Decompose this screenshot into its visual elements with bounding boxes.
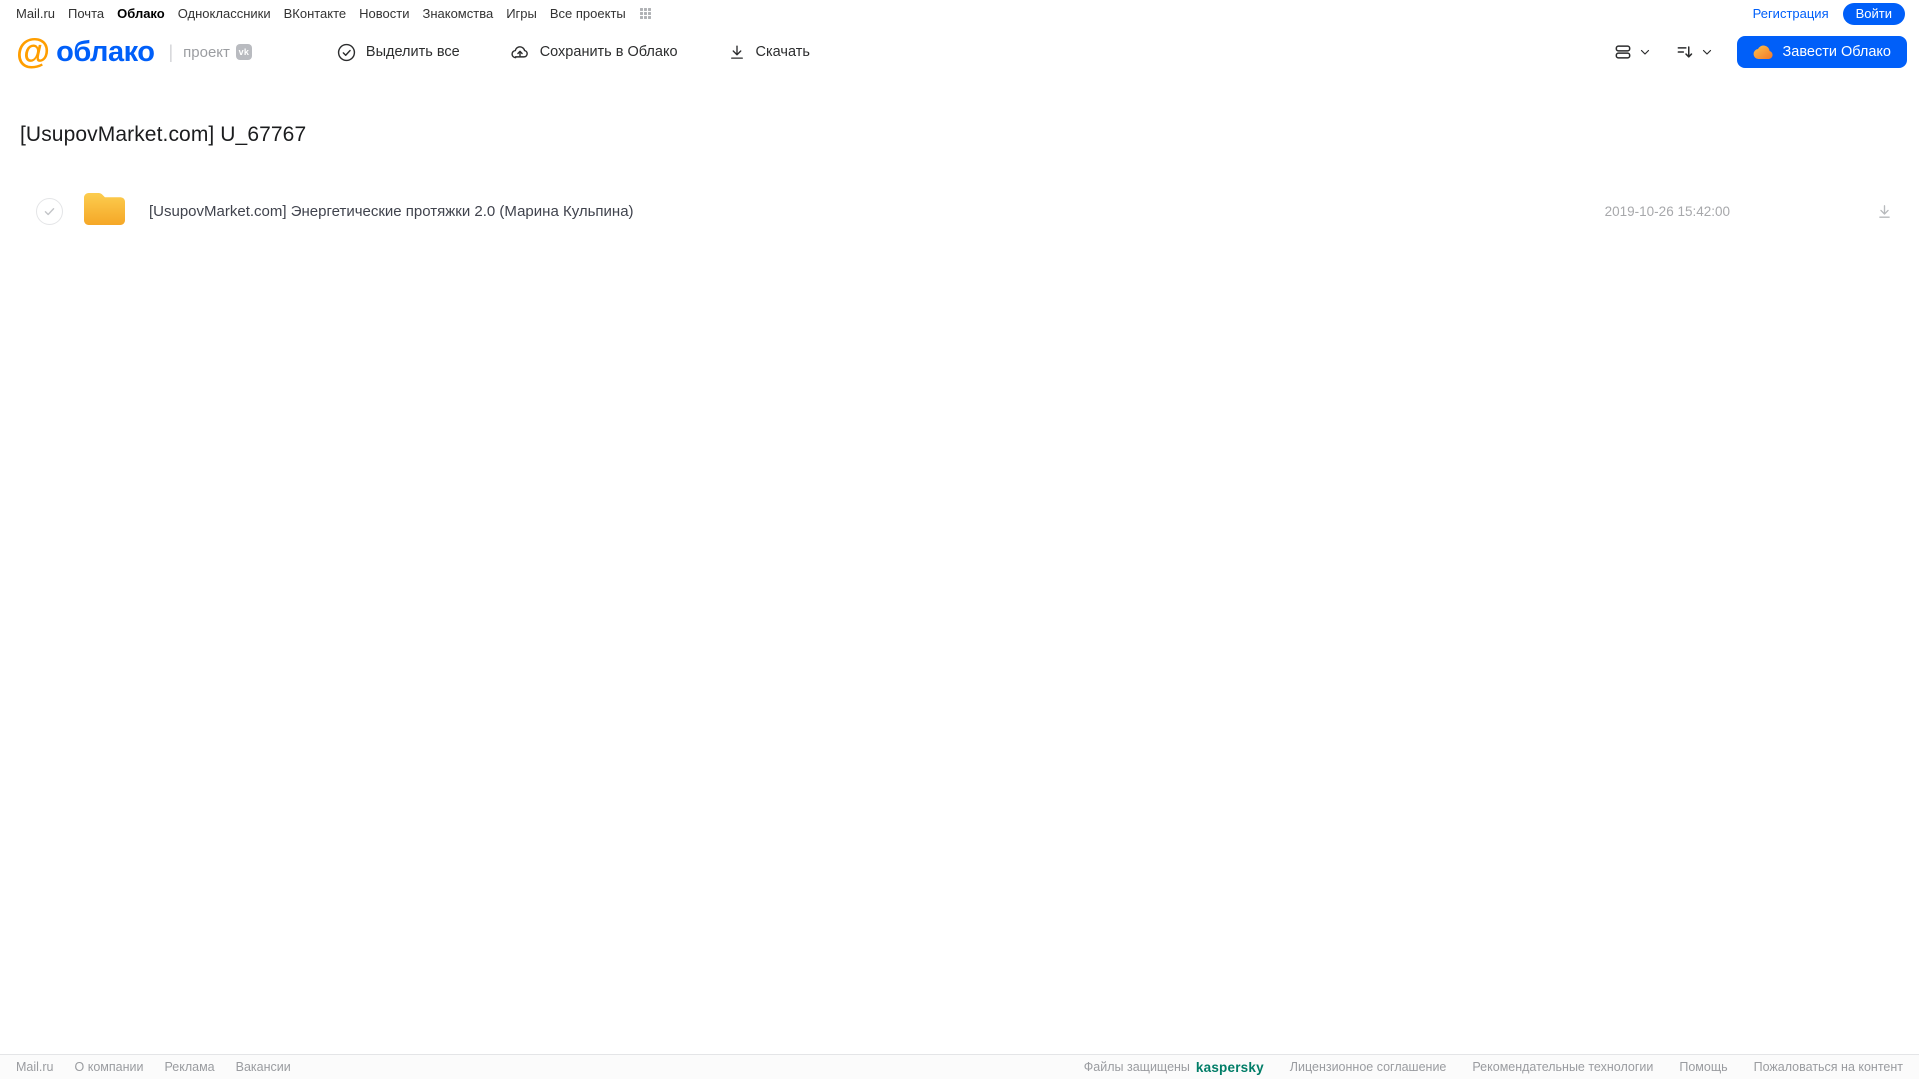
nav-all-projects[interactable]: Все проекты (550, 6, 626, 21)
sort-icon (1675, 42, 1695, 62)
save-to-cloud-label: Сохранить в Облако (539, 44, 678, 60)
get-cloud-button[interactable]: Завести Облако (1736, 36, 1907, 68)
nav-znakomstva[interactable]: Знакомства (422, 6, 493, 21)
logo-project-label: проект (183, 43, 230, 61)
footer: Mail.ru О компании Реклама Вакансии Файл… (0, 1054, 1919, 1079)
view-mode-selector[interactable] (1613, 42, 1651, 62)
orange-cloud-icon (1753, 45, 1773, 59)
kaspersky-logo[interactable]: kaspersky (1196, 1060, 1264, 1075)
footer-recommendation-tech-link[interactable]: Рекомендательные технологии (1472, 1060, 1653, 1074)
logo-text: облако (56, 35, 155, 68)
nav-pochta[interactable]: Почта (68, 6, 104, 21)
main-content: [UsupovMarket.com] U_67767 [UsupovMarket… (0, 123, 1919, 239)
check-icon (44, 207, 55, 215)
nav-igry[interactable]: Игры (506, 6, 537, 21)
footer-about-link[interactable]: О компании (75, 1060, 144, 1074)
folder-icon (82, 190, 127, 232)
get-cloud-button-label: Завести Облако (1782, 44, 1891, 60)
nav-mailru[interactable]: Mail.ru (16, 6, 55, 21)
all-projects-grid-icon[interactable] (639, 8, 651, 19)
nav-oblako[interactable]: Облако (117, 6, 165, 21)
nav-odnoklassniki[interactable]: Одноклассники (178, 6, 271, 21)
download-button[interactable]: Скачать (728, 43, 810, 62)
login-button[interactable]: Войти (1842, 2, 1905, 25)
save-to-cloud-button[interactable]: Сохранить в Облако (510, 43, 678, 62)
file-toolbar: Выделить все Сохранить в Облако Скачать (337, 43, 860, 62)
footer-license-link[interactable]: Лицензионное соглашение (1290, 1060, 1447, 1074)
select-all-button[interactable]: Выделить все (337, 43, 460, 62)
file-date: 2019-10-26 15:42:00 (1604, 203, 1730, 219)
chevron-down-icon (1702, 49, 1711, 55)
download-icon (728, 43, 756, 62)
select-all-label: Выделить все (365, 44, 460, 60)
footer-report-content-link[interactable]: Пожаловаться на контент (1754, 1060, 1903, 1074)
project-navbar: Mail.ru Почта Облако Одноклассники ВКонт… (0, 0, 1919, 27)
nav-novosti[interactable]: Новости (359, 6, 409, 21)
check-circle-icon (337, 43, 366, 62)
header-right-controls: Завести Облако (1613, 36, 1907, 68)
file-row[interactable]: [UsupovMarket.com] Энергетические протяж… (0, 183, 1919, 239)
main-header: @ облако | проект vk Выделить все Сохран… (0, 27, 1919, 77)
footer-jobs-link[interactable]: Вакансии (236, 1060, 291, 1074)
vk-badge-icon: vk (235, 44, 252, 60)
page-title: [UsupovMarket.com] U_67767 (20, 123, 307, 146)
mailru-at-icon: @ (16, 32, 51, 71)
file-name[interactable]: [UsupovMarket.com] Энергетические протяж… (149, 203, 634, 220)
kaspersky-protected: Файлы защищены kaspersky (1084, 1060, 1264, 1075)
footer-ads-link[interactable]: Реклама (164, 1060, 214, 1074)
cloud-upload-icon (510, 43, 540, 62)
footer-right: Файлы защищены kaspersky Лицензионное со… (1084, 1060, 1903, 1075)
registration-link[interactable]: Регистрация (1753, 6, 1829, 21)
cloud-logo[interactable]: @ облако | проект vk (16, 33, 252, 71)
chevron-down-icon (1640, 49, 1649, 55)
nav-vkontakte[interactable]: ВКонтакте (284, 6, 347, 21)
row-download-icon[interactable] (1876, 203, 1893, 220)
logo-divider: | (168, 41, 174, 62)
list-view-icon (1613, 42, 1633, 62)
protected-label: Файлы защищены (1083, 1060, 1190, 1074)
footer-mailru-link[interactable]: Mail.ru (16, 1060, 54, 1074)
sort-selector[interactable] (1675, 42, 1713, 62)
footer-help-link[interactable]: Помощь (1679, 1060, 1727, 1074)
download-label: Скачать (755, 44, 810, 60)
row-checkbox[interactable] (36, 197, 63, 225)
